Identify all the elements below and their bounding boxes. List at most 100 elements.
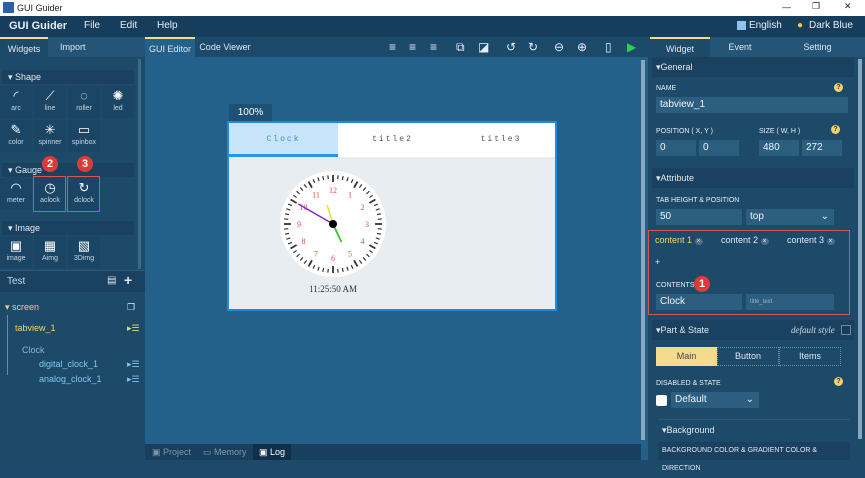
send-back-icon[interactable]: ◪ <box>478 40 489 54</box>
tab-log[interactable]: ▣ Log <box>253 444 291 460</box>
section-shape[interactable]: ▾ Shape <box>2 70 134 84</box>
undo-icon[interactable]: ↺ <box>506 40 516 54</box>
y-input[interactable]: 0 <box>699 140 739 156</box>
remove-icon[interactable]: × <box>761 238 769 245</box>
tab-position-select[interactable]: top⌄ <box>746 209 834 225</box>
part-main[interactable]: Main <box>656 347 717 366</box>
tab-widgets[interactable]: Widgets <box>0 37 48 57</box>
section-general[interactable]: ▾General <box>652 57 854 77</box>
widget-arc[interactable]: ◜arc <box>0 86 32 118</box>
widget-3dimg[interactable]: ▧3Dimg <box>68 236 100 268</box>
help-icon[interactable]: ? <box>834 377 843 386</box>
widget-meter[interactable]: ◠meter <box>0 178 32 210</box>
bring-front-icon[interactable]: ⧉ <box>456 40 465 55</box>
height-input[interactable]: 272 <box>802 140 842 156</box>
tab-gui-editor[interactable]: GUI Editor <box>145 37 195 57</box>
state-select[interactable]: Default⌄ <box>671 392 759 408</box>
run-icon[interactable]: ▶ <box>627 40 636 54</box>
name-input[interactable]: tabview_1 <box>656 97 848 113</box>
align-right-icon[interactable]: ≡ <box>430 40 437 54</box>
select-value: top <box>750 211 764 222</box>
zoom-out-icon[interactable]: ⊖ <box>554 40 564 54</box>
app-name: GUI Guider <box>9 20 67 32</box>
editor-scrollbar[interactable] <box>641 60 645 440</box>
section-label: Image <box>15 223 40 233</box>
remove-icon[interactable]: × <box>695 238 703 245</box>
widget-line[interactable]: ⟋line <box>34 86 66 118</box>
title-text-input[interactable]: title_text <box>746 294 834 310</box>
tree-item-tabview[interactable]: tabview_1 <box>15 323 56 333</box>
list-icon[interactable]: ▸☰ <box>127 323 140 334</box>
list-icon[interactable]: ▸☰ <box>127 359 140 370</box>
analog-clock[interactable]: 121234567891011 <box>278 169 388 279</box>
menu-file[interactable]: File <box>84 20 100 31</box>
add-content-button[interactable]: + <box>655 257 660 267</box>
widget-color[interactable]: ✎color <box>0 120 32 152</box>
tree-item-analog-clock[interactable]: analog_clock_1 <box>39 374 102 384</box>
tab-code-viewer[interactable]: Code Viewer <box>196 37 254 57</box>
content-tab-1[interactable]: content 1 × <box>655 235 703 245</box>
tabview-tab-clock[interactable]: Clock <box>229 123 338 157</box>
default-style-checkbox[interactable] <box>841 325 851 335</box>
tree-item-clock[interactable]: Clock <box>22 345 45 355</box>
disabled-checkbox[interactable] <box>656 395 667 406</box>
tab-import[interactable]: Import <box>48 37 145 57</box>
tab-setting[interactable]: Setting <box>770 37 865 57</box>
widget-roller[interactable]: ◌roller <box>68 86 100 118</box>
align-center-icon[interactable]: ≡ <box>409 40 416 54</box>
tab-memory[interactable]: ▭ Memory <box>203 447 247 458</box>
tabview-tab-title3[interactable]: title3 <box>447 123 555 157</box>
minimize-button[interactable]: — <box>782 2 791 12</box>
tab-project[interactable]: ▣ Project <box>152 447 191 458</box>
widget-spinbox[interactable]: ▭spinbox <box>68 120 100 152</box>
tree-line <box>7 315 8 375</box>
color-picker-icon: ✎ <box>0 120 32 139</box>
align-left-icon[interactable]: ≡ <box>389 40 396 54</box>
tree-item-screen[interactable]: ▾ screen <box>5 302 39 313</box>
widget-label: arc <box>11 105 21 112</box>
widgets-scrollbar[interactable] <box>138 59 141 269</box>
restore-button[interactable]: ❐ <box>812 1 820 12</box>
part-button[interactable]: Button <box>717 347 779 366</box>
widget-spinner[interactable]: ✳spinner <box>34 120 66 152</box>
tab-height-input[interactable]: 50 <box>656 209 742 225</box>
theme-selector[interactable]: Dark Blue <box>809 20 853 31</box>
section-part-state[interactable]: ▾Part & State default style <box>652 320 854 340</box>
tab-event[interactable]: Event <box>710 37 770 57</box>
project-name: Test <box>7 276 25 287</box>
widget-image[interactable]: ▣image <box>0 236 32 268</box>
menu-edit[interactable]: Edit <box>120 20 137 31</box>
close-button[interactable]: ✕ <box>844 1 852 12</box>
redo-icon[interactable]: ↻ <box>528 40 538 54</box>
code-export-icon[interactable]: ▯ <box>605 40 612 54</box>
section-background[interactable]: ▾Background <box>658 419 850 439</box>
content-tab-3[interactable]: content 3 × <box>787 235 835 245</box>
tabview-tab-title2[interactable]: title2 <box>338 123 447 157</box>
help-icon[interactable]: ? <box>834 83 843 92</box>
properties-scrollbar[interactable] <box>858 59 862 439</box>
help-icon[interactable]: ? <box>831 125 840 134</box>
3d-image-icon: ▧ <box>68 236 100 255</box>
tree-label: analog_clock_1 <box>39 374 102 384</box>
content-input[interactable]: Clock <box>656 294 742 310</box>
folder-icon[interactable]: ▤ <box>107 275 116 286</box>
part-items[interactable]: Items <box>779 347 841 366</box>
menu-help[interactable]: Help <box>157 20 178 31</box>
tabview-widget[interactable]: Clock title2 title3 121234567891011 11:2… <box>227 121 557 311</box>
content-tab-2[interactable]: content 2 × <box>721 235 769 245</box>
add-icon[interactable]: + <box>124 272 132 288</box>
tree-item-digital-clock[interactable]: digital_clock_1 <box>39 359 98 369</box>
section-attribute[interactable]: ▾Attribute <box>652 168 854 188</box>
section-image[interactable]: ▾ Image <box>2 221 134 235</box>
widget-led[interactable]: ✺led <box>102 86 134 118</box>
widget-aimg[interactable]: ▦Aimg <box>34 236 66 268</box>
section-gauge[interactable]: ▾ Gauge <box>2 163 134 177</box>
x-input[interactable]: 0 <box>656 140 696 156</box>
zoom-in-icon[interactable]: ⊕ <box>577 40 587 54</box>
remove-icon[interactable]: × <box>827 238 835 245</box>
language-selector[interactable]: English <box>749 20 782 31</box>
list-icon[interactable]: ▸☰ <box>127 374 140 385</box>
width-input[interactable]: 480 <box>759 140 799 156</box>
copy-icon[interactable]: ❐ <box>127 302 135 313</box>
tab-widget[interactable]: Widget <box>650 37 710 57</box>
